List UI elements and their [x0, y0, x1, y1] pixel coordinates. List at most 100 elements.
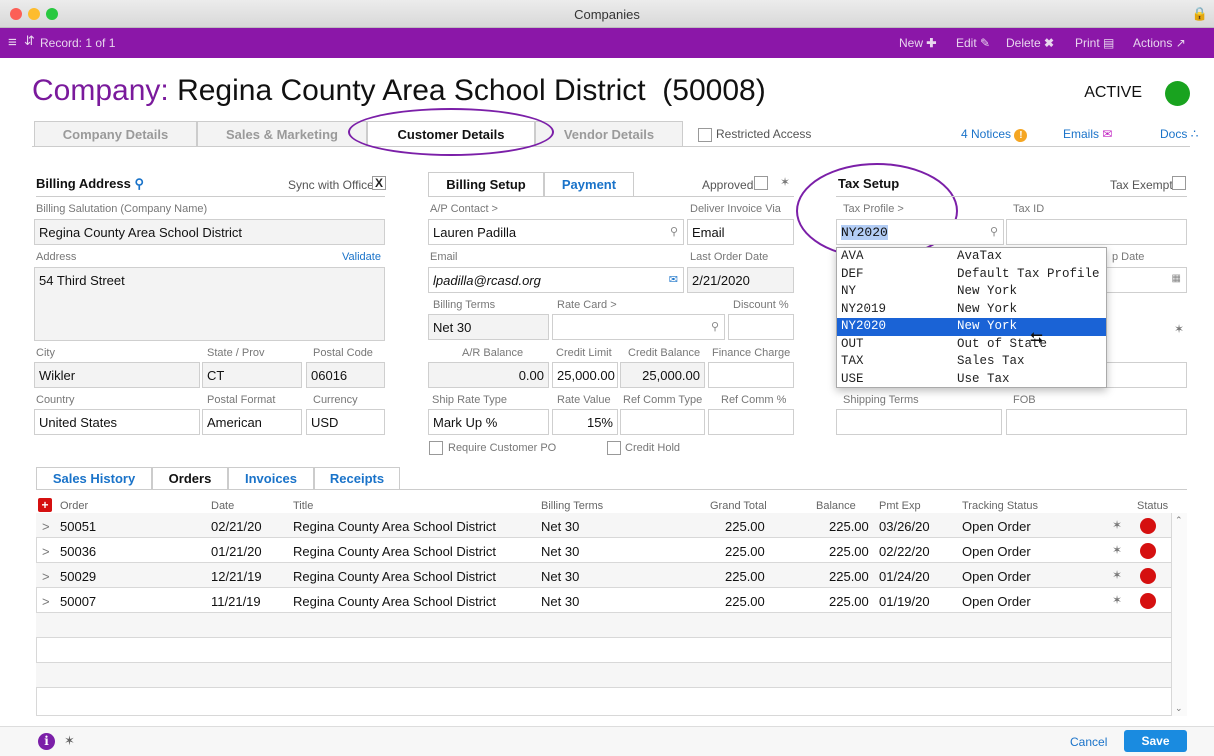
tab-payment[interactable]: Payment [544, 172, 634, 196]
validate-link[interactable]: Validate [342, 251, 381, 263]
subtab-receipts[interactable]: Receipts [314, 467, 400, 489]
tax-profile-label[interactable]: Tax Profile > [843, 203, 904, 215]
pin-icon[interactable]: ✶ [1174, 322, 1184, 336]
pin-icon[interactable]: ✶ [64, 733, 75, 749]
info-icon[interactable]: i [38, 733, 55, 750]
state-field[interactable]: CT [202, 362, 302, 388]
discount-field[interactable] [728, 314, 794, 340]
ref-comm-type-field[interactable] [620, 409, 705, 435]
deliver-field[interactable]: Email [687, 219, 794, 245]
menu-icon[interactable]: ≡ [8, 34, 17, 51]
cancel-button[interactable]: Cancel [1070, 735, 1107, 749]
subtab-invoices[interactable]: Invoices [228, 467, 314, 489]
tax-profile-field[interactable]: NY2020 ⚲ [836, 219, 1004, 245]
currency-field[interactable]: USD [306, 409, 385, 435]
dropdown-option[interactable]: OUT Out of State [837, 336, 1106, 354]
rate-value-field[interactable]: 15% [552, 409, 618, 435]
finance-charge-field[interactable] [708, 362, 794, 388]
column-header[interactable]: Date [211, 500, 234, 512]
scroll-down-icon[interactable]: ⌄ [1175, 703, 1183, 714]
credit-balance-field[interactable]: 25,000.00 [620, 362, 705, 388]
table-row[interactable]: > 50051 02/21/20 Regina County Area Scho… [36, 513, 1171, 538]
pin-icon[interactable]: ✶ [1112, 568, 1122, 582]
emails-link[interactable]: Emails ✉ [1063, 127, 1112, 141]
scroll-up-icon[interactable]: ⌃ [1175, 515, 1183, 526]
ar-balance-field[interactable]: 0.00 [428, 362, 549, 388]
actions-button[interactable]: Actions ↗ [1133, 36, 1186, 50]
edit-button[interactable]: Edit ✎ [956, 36, 990, 50]
city-field[interactable]: Wikler [34, 362, 200, 388]
pin-icon[interactable]: ✶ [1112, 518, 1122, 532]
dropdown-option[interactable]: USE Use Tax [837, 371, 1106, 389]
ship-rate-field[interactable]: Mark Up % [428, 409, 549, 435]
dropdown-option-selected[interactable]: NY2020 New York [837, 318, 1106, 336]
search-icon[interactable]: ⚲ [990, 225, 998, 239]
table-scrollbar[interactable]: ⌃ ⌄ [1171, 513, 1187, 716]
last-order-field[interactable]: 2/21/2020 [687, 267, 794, 293]
column-header[interactable]: Tracking Status [962, 500, 1038, 512]
column-header[interactable]: Order [60, 500, 88, 512]
envelope-icon[interactable]: ✉ [669, 273, 678, 286]
column-header[interactable]: Pmt Exp [879, 500, 921, 512]
expand-icon[interactable]: > [42, 544, 50, 559]
column-header[interactable]: Grand Total [710, 500, 767, 512]
table-row[interactable]: > 50007 11/21/19 Regina County Area Scho… [36, 588, 1171, 613]
restricted-access-checkbox[interactable] [698, 128, 712, 142]
ap-contact-field[interactable]: Lauren Padilla ⚲ [428, 219, 684, 245]
tab-sales-marketing[interactable]: Sales & Marketing [197, 121, 367, 146]
subtab-orders[interactable]: Orders [152, 467, 228, 489]
new-button[interactable]: New ✚ [899, 36, 936, 50]
delete-button[interactable]: Delete ✖ [1006, 36, 1054, 50]
ap-contact-label[interactable]: A/P Contact > [430, 203, 498, 215]
rate-card-field[interactable]: ⚲ [552, 314, 725, 340]
location-pin-icon[interactable]: ⚲ [135, 176, 145, 191]
ref-comm-pct-field[interactable] [708, 409, 794, 435]
save-button[interactable]: Save [1124, 730, 1187, 752]
require-po-checkbox[interactable] [429, 441, 443, 455]
expand-icon[interactable]: > [42, 594, 50, 609]
exp-date-field[interactable]: ▦ [1106, 267, 1187, 293]
billing-terms-field[interactable]: Net 30 [428, 314, 549, 340]
table-row[interactable]: > 50029 12/21/19 Regina County Area Scho… [36, 563, 1171, 588]
column-header[interactable]: Title [293, 500, 313, 512]
address-field[interactable]: 54 Third Street [34, 267, 385, 341]
tax-exempt-checkbox[interactable] [1172, 176, 1186, 190]
docs-link[interactable]: Docs ∴ [1160, 127, 1198, 141]
credit-hold-checkbox[interactable] [607, 441, 621, 455]
record-stepper-icon[interactable]: ⇵ [24, 33, 35, 49]
tab-billing-setup[interactable]: Billing Setup [428, 172, 544, 196]
fob-field[interactable] [1006, 409, 1187, 435]
print-button[interactable]: Print ▤ [1075, 36, 1114, 50]
postal-format-field[interactable]: American [202, 409, 302, 435]
column-header[interactable]: Billing Terms [541, 500, 603, 512]
expand-icon[interactable]: > [42, 569, 50, 584]
salutation-field[interactable]: Regina County Area School District [34, 219, 385, 245]
lock-icon[interactable]: 🔒 [1192, 6, 1208, 22]
pin-icon[interactable]: ✶ [1112, 543, 1122, 557]
dropdown-option[interactable]: NY2019 New York [837, 301, 1106, 319]
email-field[interactable]: lpadilla@rcasd.org ✉ [428, 267, 684, 293]
dropdown-option[interactable]: NY New York [837, 283, 1106, 301]
tab-vendor-details[interactable]: Vendor Details [535, 121, 683, 146]
calendar-icon[interactable]: ▦ [1172, 273, 1181, 284]
column-header[interactable]: Status [1137, 500, 1168, 512]
search-icon[interactable]: ⚲ [670, 225, 678, 238]
subtab-sales-history[interactable]: Sales History [36, 467, 152, 489]
credit-limit-field[interactable]: 25,000.00 [552, 362, 618, 388]
table-row[interactable]: > 50036 01/21/20 Regina County Area Scho… [36, 538, 1171, 563]
notices-link[interactable]: 4 Notices ! [961, 127, 1028, 142]
dropdown-option[interactable]: DEF Default Tax Profile [837, 266, 1106, 284]
dropdown-option[interactable]: AVA AvaTax [837, 248, 1106, 266]
column-header[interactable]: Balance [816, 500, 856, 512]
expand-icon[interactable]: > [42, 519, 50, 534]
approved-checkbox[interactable] [754, 176, 768, 190]
search-icon[interactable]: ⚲ [711, 320, 719, 333]
country-field[interactable]: United States [34, 409, 200, 435]
rate-card-label[interactable]: Rate Card > [557, 299, 617, 311]
tax-profile-dropdown[interactable]: AVA AvaTax DEF Default Tax Profile NY New Y… [836, 247, 1107, 388]
add-order-icon[interactable]: + [38, 498, 52, 512]
shipping-terms-field[interactable] [836, 409, 1002, 435]
postal-field[interactable]: 06016 [306, 362, 385, 388]
pin-icon[interactable]: ✶ [780, 175, 790, 189]
tax-extra-field[interactable] [1106, 362, 1187, 388]
